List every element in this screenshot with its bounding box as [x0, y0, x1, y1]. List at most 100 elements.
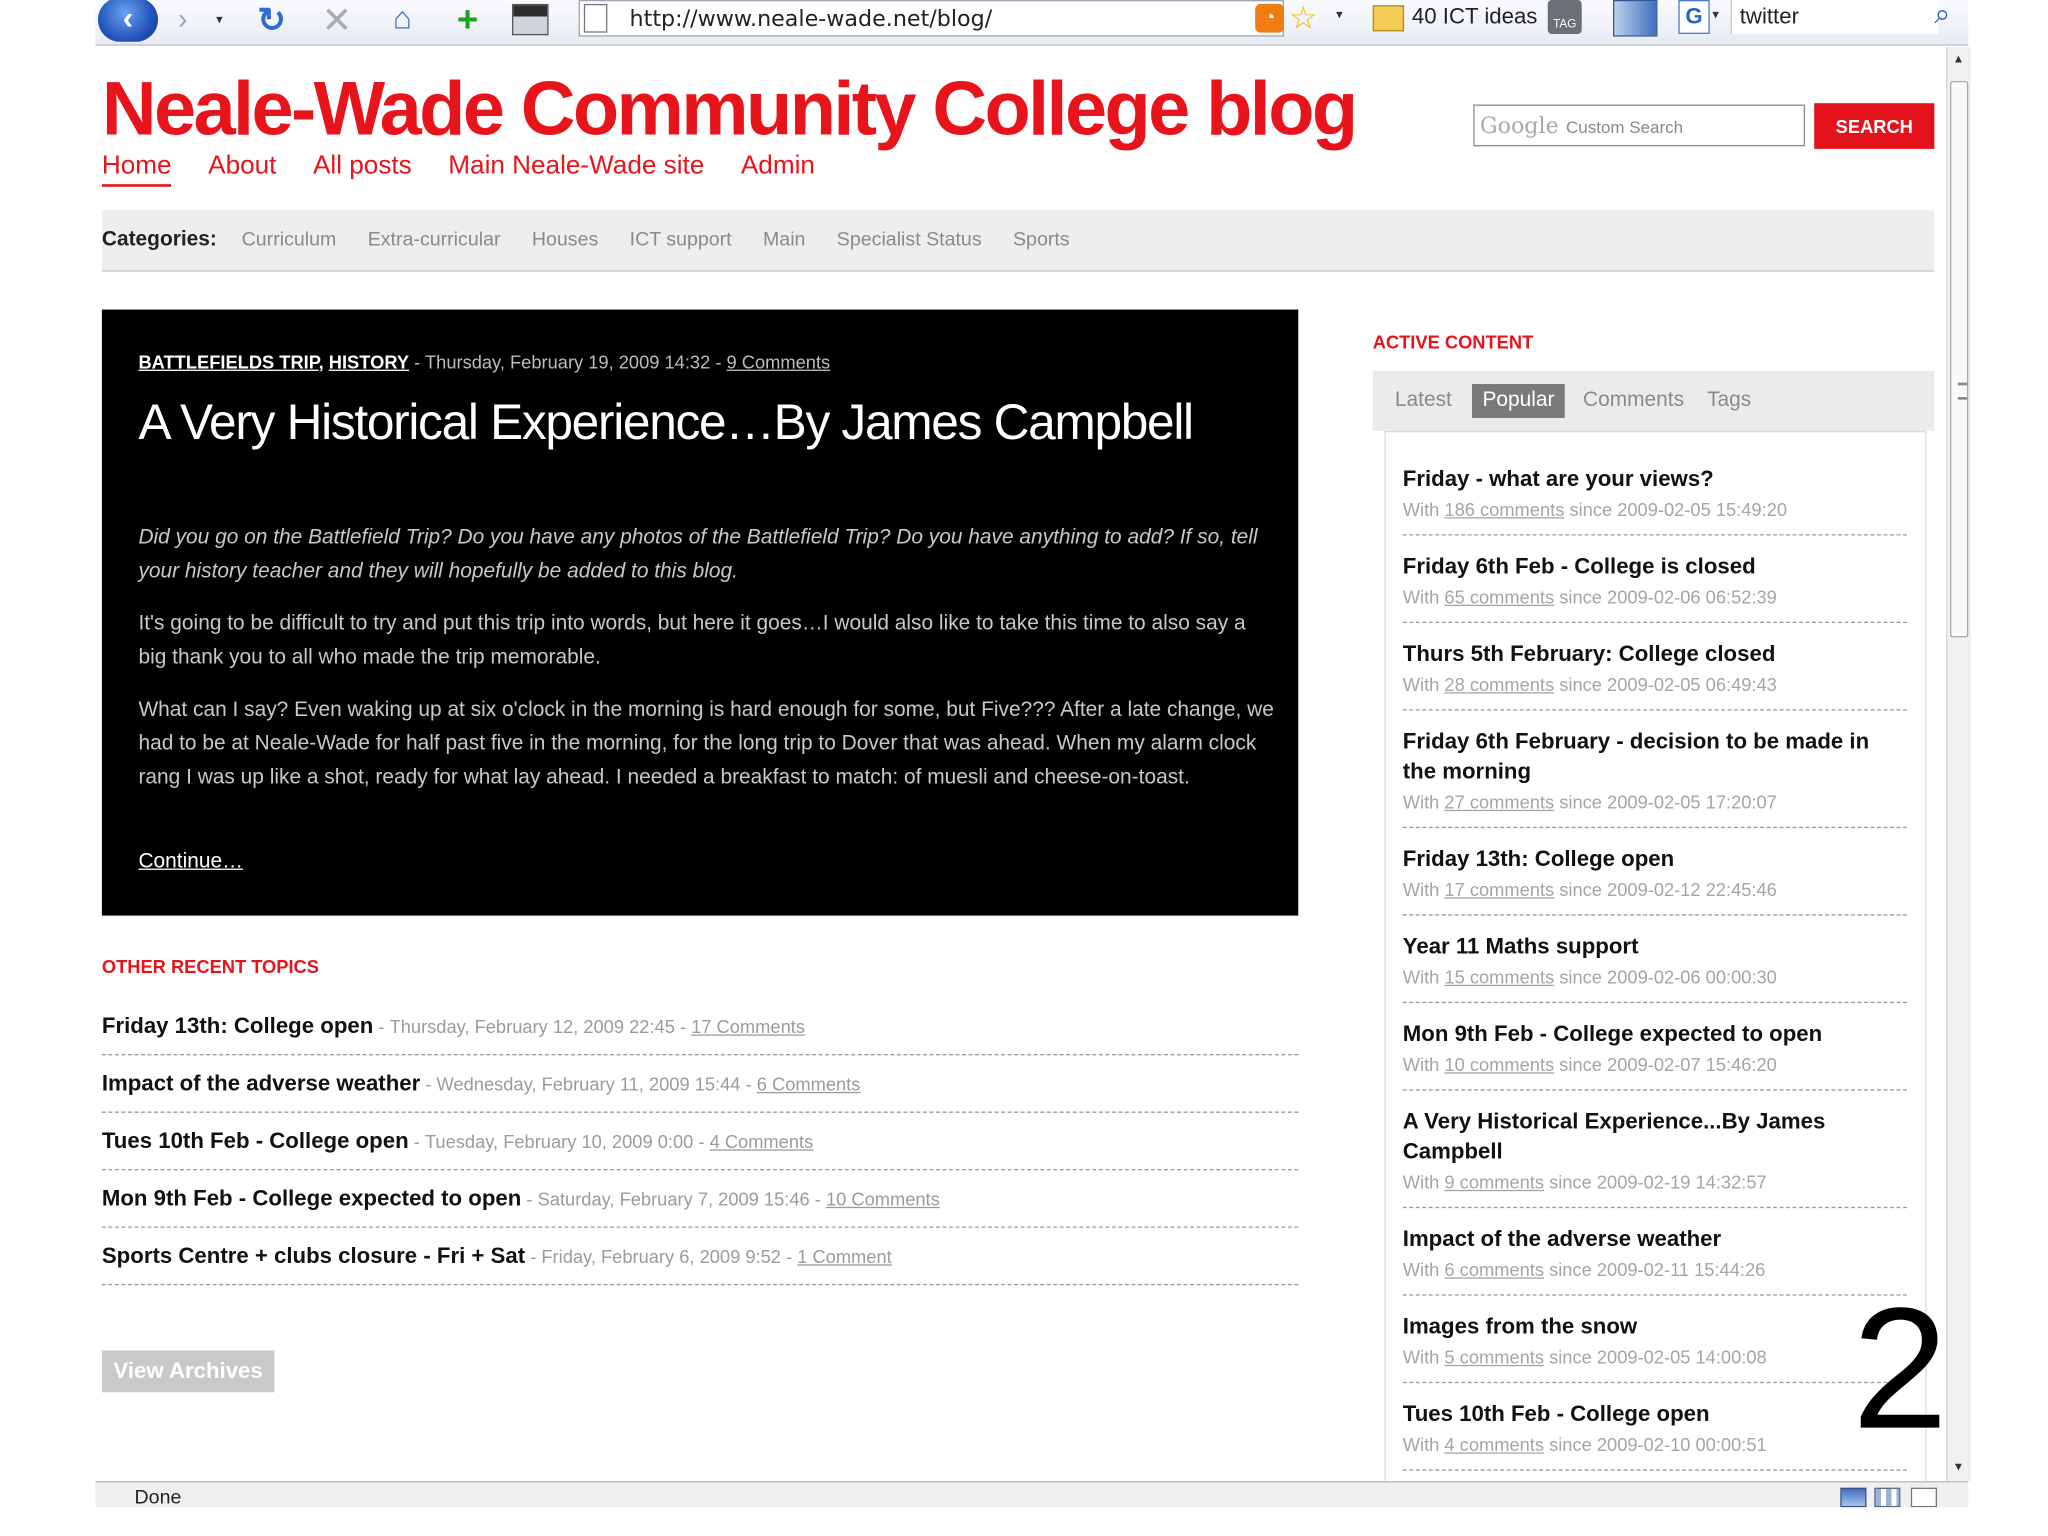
- google-logo: Google: [1479, 113, 1559, 140]
- tag-icon[interactable]: TAG: [1547, 0, 1582, 34]
- comment-count-link[interactable]: 6 comments: [1444, 1259, 1544, 1280]
- category-houses[interactable]: Houses: [532, 229, 598, 251]
- popular-item-title[interactable]: Friday 6th February - decision to be mad…: [1403, 726, 1907, 786]
- topic-comments-link[interactable]: 1 Comment: [797, 1245, 892, 1266]
- featured-intro: Did you go on the Battlefield Trip? Do y…: [138, 526, 1258, 583]
- site-search-button[interactable]: SEARCH: [1814, 103, 1935, 149]
- popular-item-title[interactable]: Friday 6th Feb - College is closed: [1403, 551, 1907, 581]
- rss-feed-icon[interactable]: ◔: [1255, 3, 1284, 33]
- tab-comments[interactable]: Comments: [1573, 384, 1695, 418]
- comment-count-link[interactable]: 27 comments: [1444, 792, 1554, 813]
- topic-title[interactable]: Sports Centre + clubs closure - Fri + Sa…: [102, 1243, 525, 1269]
- star-icon[interactable]: ☆: [1289, 0, 1317, 38]
- screenshot-button[interactable]: [508, 3, 552, 37]
- comment-count-link[interactable]: 15 comments: [1444, 967, 1554, 988]
- tag-battlefields-trip[interactable]: BATTLEFIELDS TRIP: [138, 351, 318, 372]
- comment-count-link[interactable]: 17 comments: [1444, 879, 1554, 900]
- topic-comments-link[interactable]: 6 Comments: [757, 1073, 861, 1094]
- popular-item-title[interactable]: Tues 10th Feb - College open: [1403, 1399, 1907, 1429]
- nav-about[interactable]: About: [208, 152, 276, 187]
- comment-count-link[interactable]: 28 comments: [1444, 674, 1554, 695]
- popular-item-title[interactable]: Impact of the adverse weather: [1403, 1224, 1907, 1254]
- category-ict-support[interactable]: ICT support: [630, 229, 732, 251]
- popular-item: Thurs 5th February: College closed With 2…: [1402, 623, 1907, 711]
- category-curriculum[interactable]: Curriculum: [242, 229, 337, 251]
- monitor-icon[interactable]: [1840, 1487, 1867, 1508]
- grid-icon[interactable]: [1874, 1487, 1901, 1508]
- popular-item-title[interactable]: Thurs 5th February: College closed: [1403, 639, 1907, 669]
- popular-item-meta: With 17 comments since 2009-02-12 22:45:…: [1402, 879, 1777, 900]
- popular-item-title[interactable]: Images from the snow: [1403, 1311, 1907, 1341]
- topic-title[interactable]: Friday 13th: College open: [102, 1013, 373, 1039]
- topic-comments-link[interactable]: 4 Comments: [710, 1130, 814, 1151]
- site-search-input[interactable]: Google Custom Search: [1473, 104, 1806, 147]
- popular-item-title[interactable]: Mon 9th Feb - College expected to open: [1403, 1019, 1907, 1049]
- category-sports[interactable]: Sports: [1013, 229, 1070, 251]
- comment-count-link[interactable]: 9 comments: [1444, 1172, 1544, 1193]
- tab-tags[interactable]: Tags: [1697, 384, 1762, 418]
- tab-latest[interactable]: Latest: [1384, 384, 1462, 418]
- stop-button[interactable]: ✕: [315, 0, 359, 40]
- add-bookmark-button[interactable]: +: [445, 0, 489, 39]
- home-button[interactable]: ⌂: [380, 1, 424, 37]
- continue-link[interactable]: Continue…: [138, 850, 243, 874]
- tag-history[interactable]: HISTORY: [329, 351, 409, 372]
- toolbar-search-input[interactable]: twitter: [1730, 0, 1939, 34]
- categories-bar: Categories: Curriculum Extra-curricular …: [101, 210, 1935, 272]
- back-button[interactable]: ‹: [97, 0, 159, 42]
- popular-item: Images from the snow With 5 comments sinc…: [1402, 1296, 1907, 1384]
- site-title[interactable]: Neale-Wade Community College blog: [102, 65, 1358, 153]
- forward-button[interactable]: ›: [161, 3, 205, 37]
- comment-count-link[interactable]: 5 comments: [1444, 1347, 1544, 1368]
- category-main[interactable]: Main: [763, 229, 805, 251]
- popular-item-title[interactable]: Friday 13th: College open: [1403, 844, 1907, 874]
- comment-count-link[interactable]: 10 comments: [1444, 1054, 1554, 1075]
- folder-icon[interactable]: [1372, 5, 1405, 32]
- topic-comments-link[interactable]: 10 Comments: [826, 1188, 940, 1209]
- featured-comments-link[interactable]: 9 Comments: [727, 351, 831, 372]
- category-extra-curricular[interactable]: Extra-curricular: [368, 229, 501, 251]
- comment-count-link[interactable]: 4 comments: [1444, 1434, 1544, 1455]
- featured-meta: BATTLEFIELDS TRIP, HISTORY - Thursday, F…: [138, 351, 830, 372]
- popular-item: Mon 9th Feb - College expected to open Wi…: [1402, 1003, 1907, 1091]
- nav-all-posts[interactable]: All posts: [313, 152, 412, 187]
- scroll-up-icon[interactable]: ▲: [1953, 52, 1965, 65]
- topic-list: Friday 13th: College open - Thursday, Fe…: [101, 998, 1299, 1286]
- bookmark-folder-label[interactable]: 40 ICT ideas: [1412, 4, 1537, 30]
- scrollbar-thumb[interactable]: [1950, 80, 1969, 638]
- nav-main-site[interactable]: Main Neale-Wade site: [448, 152, 704, 187]
- chevron-down-icon[interactable]: ▾: [1336, 8, 1343, 22]
- popular-item: Friday 6th February - decision to be mad…: [1402, 711, 1907, 829]
- topic-title[interactable]: Mon 9th Feb - College expected to open: [102, 1185, 521, 1211]
- screenshot-stage: ‹ › ▾ ↻ ✕ ⌂ + http://www.neale-wade.net/…: [0, 0, 2048, 1536]
- chevron-down-icon[interactable]: ▾: [1712, 8, 1719, 22]
- mail-icon[interactable]: [1910, 1487, 1937, 1508]
- address-bar[interactable]: http://www.neale-wade.net/blog/: [578, 0, 1284, 37]
- search-engine-icon[interactable]: G: [1678, 0, 1710, 34]
- search-magnifier-icon[interactable]: ⌕: [1934, 0, 1950, 31]
- comment-count-link[interactable]: 65 comments: [1444, 586, 1554, 607]
- browser-toolbar: ‹ › ▾ ↻ ✕ ⌂ + http://www.neale-wade.net/…: [95, 0, 1969, 46]
- scroll-down-icon[interactable]: ▼: [1953, 1460, 1965, 1473]
- featured-title[interactable]: A Very Historical Experience…By James Ca…: [138, 396, 1194, 452]
- reload-button[interactable]: ↻: [249, 0, 293, 39]
- view-archives-button[interactable]: View Archives: [101, 1350, 275, 1393]
- page-bottom-band: [0, 1507, 2048, 1536]
- category-specialist-status[interactable]: Specialist Status: [837, 229, 982, 251]
- topic-comments-link[interactable]: 17 Comments: [691, 1016, 805, 1037]
- popular-item-title[interactable]: Year 11 Maths support: [1403, 931, 1907, 961]
- vertical-scrollbar[interactable]: ▲ ▼: [1946, 47, 1971, 1482]
- reload-icon: ↻: [257, 0, 286, 39]
- tab-popular[interactable]: Popular: [1471, 383, 1565, 418]
- extension-icon[interactable]: [1613, 0, 1658, 37]
- popular-item-title[interactable]: A Very Historical Experience...By James …: [1403, 1106, 1907, 1166]
- popular-item-title[interactable]: Friday - what are your views?: [1403, 464, 1907, 494]
- active-content-heading: ACTIVE CONTENT: [1372, 331, 1534, 353]
- topic-title[interactable]: Tues 10th Feb - College open: [102, 1128, 409, 1154]
- comment-count-link[interactable]: 186 comments: [1444, 499, 1564, 520]
- status-bar: Done: [95, 1481, 1969, 1509]
- nav-home[interactable]: Home: [101, 152, 172, 187]
- nav-admin[interactable]: Admin: [741, 152, 815, 187]
- topic-title[interactable]: Impact of the adverse weather: [102, 1070, 420, 1096]
- history-dropdown-button[interactable]: ▾: [210, 3, 228, 37]
